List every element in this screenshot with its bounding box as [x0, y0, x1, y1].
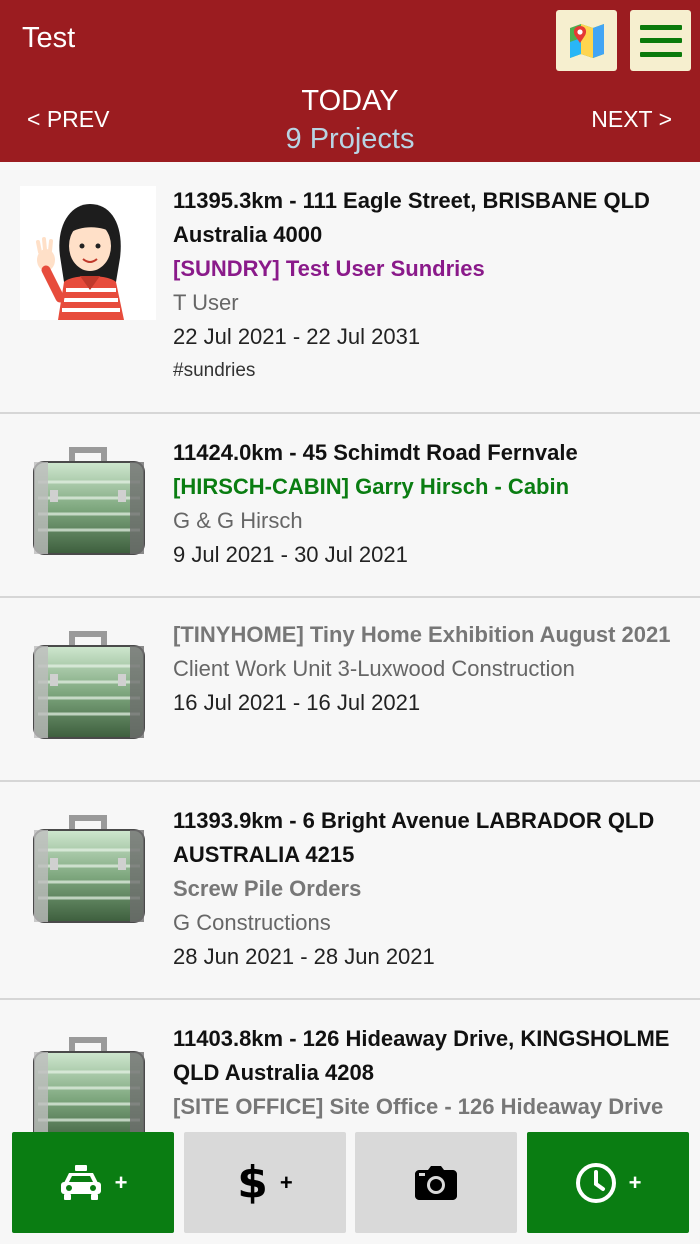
project-address: 11393.9km - 6 Bright Avenue LABRADOR QLD…	[173, 808, 655, 867]
project-dates: 9 Jul 2021 - 30 Jul 2021	[173, 542, 408, 567]
briefcase-icon	[20, 808, 156, 942]
project-list-item[interactable]: 11424.0km - 45 Schimdt Road Fernvale [HI…	[0, 414, 700, 598]
project-job: [TINYHOME] Tiny Home Exhibition August 2…	[173, 622, 671, 647]
camera-icon	[415, 1165, 457, 1200]
briefcase-icon	[20, 624, 156, 758]
add-time-plus: +	[628, 1169, 642, 1195]
project-address: 11403.8km - 126 Hideaway Drive, KINGSHOL…	[173, 1026, 670, 1085]
map-button[interactable]	[556, 10, 617, 71]
hamburger-menu-icon	[639, 24, 682, 57]
project-address: 11395.3km - 111 Eagle Street, BRISBANE Q…	[173, 188, 650, 247]
project-list-item[interactable]: 11393.9km - 6 Bright Avenue LABRADOR QLD…	[0, 782, 700, 1000]
add-time-button[interactable]: +	[527, 1132, 689, 1233]
briefcase-icon	[20, 440, 156, 574]
avatar	[20, 186, 156, 320]
project-client: T User	[173, 290, 239, 315]
app-title: Test	[22, 22, 76, 54]
project-job: Screw Pile Orders	[173, 876, 362, 901]
clock-icon	[575, 1162, 616, 1203]
project-job: [HIRSCH-CABIN] Garry Hirsch - Cabin	[173, 474, 570, 499]
taxi-icon	[60, 1164, 101, 1200]
project-client: G Constructions	[173, 910, 331, 935]
map-icon	[569, 23, 604, 58]
dollar-icon: $	[237, 1157, 268, 1208]
project-job: [SITE OFFICE] Site Office - 126 Hideaway…	[173, 1094, 664, 1119]
project-list-item[interactable]: [TINYHOME] Tiny Home Exhibition August 2…	[0, 598, 700, 782]
bottom-toolbar: + $ + +	[0, 1122, 700, 1244]
project-client: G & G Hirsch	[173, 508, 303, 533]
camera-button[interactable]	[355, 1132, 517, 1233]
add-expense-plus: +	[279, 1169, 293, 1195]
project-list-item[interactable]: 11395.3km - 111 Eagle Street, BRISBANE Q…	[0, 162, 700, 414]
project-dates: 22 Jul 2021 - 22 Jul 2031	[173, 324, 421, 349]
add-travel-plus: +	[114, 1169, 128, 1195]
app-screen: Test < PREV TODAY 9 Projects NEXT > 1139…	[0, 0, 700, 1244]
add-travel-button[interactable]: +	[12, 1132, 174, 1233]
project-tag: #sundries	[173, 360, 256, 381]
project-job: [SUNDRY] Test User Sundries	[173, 256, 485, 281]
project-client: Client Work Unit 3-Luxwood Construction	[173, 656, 575, 681]
add-expense-button[interactable]: $ +	[184, 1132, 346, 1233]
app-header: Test < PREV TODAY 9 Projects NEXT >	[0, 0, 700, 162]
project-list[interactable]: 11395.3km - 111 Eagle Street, BRISBANE Q…	[0, 162, 700, 1244]
project-dates: 16 Jul 2021 - 16 Jul 2021	[173, 690, 421, 715]
project-dates: 28 Jun 2021 - 28 Jun 2021	[173, 944, 435, 969]
next-day-button[interactable]: NEXT >	[591, 106, 672, 133]
project-address: 11424.0km - 45 Schimdt Road Fernvale	[173, 440, 578, 465]
menu-button[interactable]	[630, 10, 691, 71]
